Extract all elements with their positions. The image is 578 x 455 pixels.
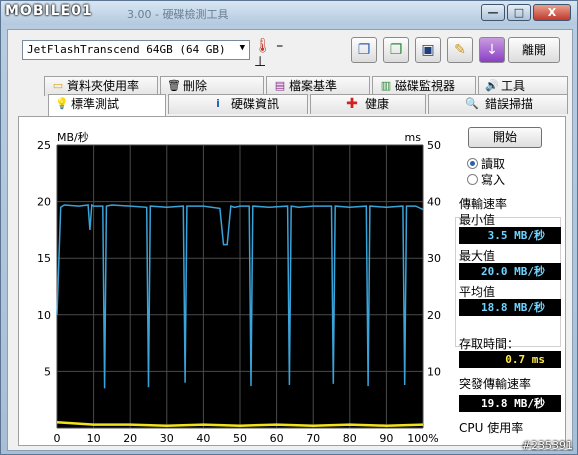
tab-disk-info[interactable]: i 硬碟資訊 — [168, 94, 308, 114]
x-tick: 100% — [407, 432, 438, 445]
transfer-rate-title: 傳輸速率 — [459, 197, 508, 211]
max-label: 最大值 — [459, 249, 496, 263]
read-radio[interactable]: 讀取 — [467, 155, 505, 172]
temperature-readout: 🌡 – ⊥ — [254, 38, 294, 70]
tab-label: 硬碟資訊 — [231, 97, 280, 111]
x-tick: 10 — [87, 432, 101, 445]
copy-button[interactable]: ❐ — [351, 37, 377, 63]
y-tick-left: 10 — [37, 309, 51, 322]
minimize-button[interactable]: — — [481, 4, 505, 21]
folder-icon: ▭ — [52, 79, 64, 92]
read-radio-dot — [467, 158, 478, 169]
tab-row-top: ▭ 資料夾使用率 🗑 刪除 ▤ 檔案基準 ▥ 磁碟監視器 🔊 工具 — [44, 76, 568, 96]
min-value: 3.5 MB/秒 — [459, 227, 561, 244]
burst-rate-label: 突發傳輸速率 — [459, 377, 532, 391]
y-tick-right: 30 — [427, 252, 441, 265]
save-button[interactable]: ▣ — [415, 37, 441, 63]
title-bar[interactable]: MOBILE01 3.00 - 硬碟檢測工具 — □ X — [1, 1, 577, 25]
start-button[interactable]: 開始 — [468, 127, 542, 148]
y-tick-right: 50 — [427, 139, 441, 152]
read-radio-label: 讀取 — [481, 157, 506, 171]
tab-label: 磁碟監視器 — [395, 79, 456, 93]
x-tick: 30 — [160, 432, 174, 445]
maximize-button[interactable]: □ — [507, 4, 531, 21]
y-tick-right: 40 — [427, 196, 441, 209]
min-label: 最小值 — [459, 213, 496, 227]
y-tick-right: 10 — [427, 365, 441, 378]
file-bench-icon: ▤ — [274, 79, 286, 92]
benchmark-panel: MB/秒 ms 25 20 15 10 5 50 40 30 20 10 0 10 20 30 40 50 60 70… — [18, 116, 566, 446]
exit-button[interactable]: 離開 — [508, 37, 560, 63]
y-tick-left: 15 — [37, 252, 51, 265]
window-title: 3.00 - 硬碟檢測工具 — [127, 8, 229, 21]
drive-select-value: JetFlashTranscend 64GB (64 GB) — [27, 43, 226, 56]
x-tick: 0 — [54, 432, 61, 445]
x-tick: 60 — [270, 432, 284, 445]
trash-icon: 🗑 — [167, 79, 181, 92]
write-radio-label: 寫入 — [481, 173, 506, 187]
y-axis-label-right: ms — [405, 131, 422, 144]
x-tick: 90 — [379, 432, 393, 445]
options-button[interactable]: ✎ — [447, 37, 473, 63]
tab-label: 健康 — [365, 97, 390, 111]
options-icon: ✎ — [454, 42, 466, 58]
write-radio-dot — [467, 174, 478, 185]
benchmark-chart: MB/秒 ms 25 20 15 10 5 50 40 30 20 10 0 10 20 30 40 50 60 70… — [19, 117, 449, 447]
tab-label: 工具 — [501, 79, 526, 93]
y-tick-left: 20 — [37, 196, 51, 209]
tab-benchmark[interactable]: 💡 標準測試 — [48, 94, 166, 116]
tab-label: 資料夾使用率 — [67, 79, 140, 93]
close-button[interactable]: X — [533, 4, 571, 21]
x-tick: 50 — [233, 432, 247, 445]
x-tick: 80 — [343, 432, 357, 445]
y-tick-left: 25 — [37, 139, 51, 152]
thermometer-icon: 🌡 — [254, 38, 272, 54]
client-area: JetFlashTranscend 64GB (64 GB) ▼ 🌡 – ⊥ ❐… — [7, 29, 573, 451]
access-time-label: 存取時間： — [459, 337, 520, 351]
download-button[interactable]: ↓ — [479, 37, 505, 63]
tab-tools[interactable]: 🔊 工具 — [478, 76, 568, 96]
tab-delete[interactable]: 🗑 刪除 — [160, 76, 264, 96]
max-value: 20.0 MB/秒 — [459, 263, 561, 280]
tab-disk-monitor[interactable]: ▥ 磁碟監視器 — [372, 76, 476, 96]
monitor-chart-icon: ▥ — [380, 79, 392, 92]
speaker-icon: 🔊 — [485, 79, 499, 92]
tab-file-benchmark[interactable]: ▤ 檔案基準 — [266, 76, 370, 96]
app-logo: MOBILE01 — [5, 3, 93, 19]
x-tick: 20 — [123, 432, 137, 445]
tab-label: 檔案基準 — [289, 79, 338, 93]
chevron-down-icon: ▼ — [239, 43, 245, 53]
copy-alt-icon: ❐ — [389, 42, 403, 58]
write-radio[interactable]: 寫入 — [467, 171, 505, 188]
watermark: #235391 — [521, 439, 573, 452]
tab-row-bottom: 💡 標準測試 i 硬碟資訊 ✚ 健康 🔍 錯誤掃描 — [44, 94, 568, 116]
x-tick: 40 — [196, 432, 210, 445]
save-icon: ▣ — [421, 42, 435, 58]
tab-label: 標準測試 — [71, 97, 120, 111]
info-icon: i — [216, 97, 220, 110]
benchmark-chart-svg: MB/秒 ms 25 20 15 10 5 50 40 30 20 10 0 10 20 30 40 50 60 70… — [37, 130, 441, 445]
y-tick-right: 20 — [427, 309, 441, 322]
tab-label: 刪除 — [183, 79, 208, 93]
bulb-icon: 💡 — [55, 97, 69, 110]
cpu-usage-label: CPU 使用率 — [459, 421, 524, 435]
drive-select[interactable]: JetFlashTranscend 64GB (64 GB) ▼ — [22, 40, 250, 60]
access-time-value: 0.7 ms — [459, 351, 561, 368]
download-icon: ↓ — [486, 42, 498, 58]
copy-alt-button[interactable]: ❐ — [383, 37, 409, 63]
tab-folder-usage[interactable]: ▭ 資料夾使用率 — [44, 76, 158, 96]
tab-label: 錯誤掃描 — [485, 97, 534, 111]
tab-error-scan[interactable]: 🔍 錯誤掃描 — [428, 94, 568, 114]
y-tick-left: 5 — [44, 365, 51, 378]
tab-health[interactable]: ✚ 健康 — [310, 94, 426, 114]
copy-icon: ❐ — [357, 42, 371, 58]
avg-value: 18.8 MB/秒 — [459, 299, 561, 316]
x-tick: 70 — [306, 432, 320, 445]
magnifier-icon: 🔍 — [465, 97, 479, 110]
health-cross-icon: ✚ — [346, 96, 358, 112]
avg-label: 平均值 — [459, 285, 496, 299]
burst-rate-value: 19.8 MB/秒 — [459, 395, 561, 412]
app-window: MOBILE01 3.00 - 硬碟檢測工具 — □ X JetFlashTra… — [0, 0, 578, 455]
y-axis-label-left: MB/秒 — [57, 130, 89, 144]
